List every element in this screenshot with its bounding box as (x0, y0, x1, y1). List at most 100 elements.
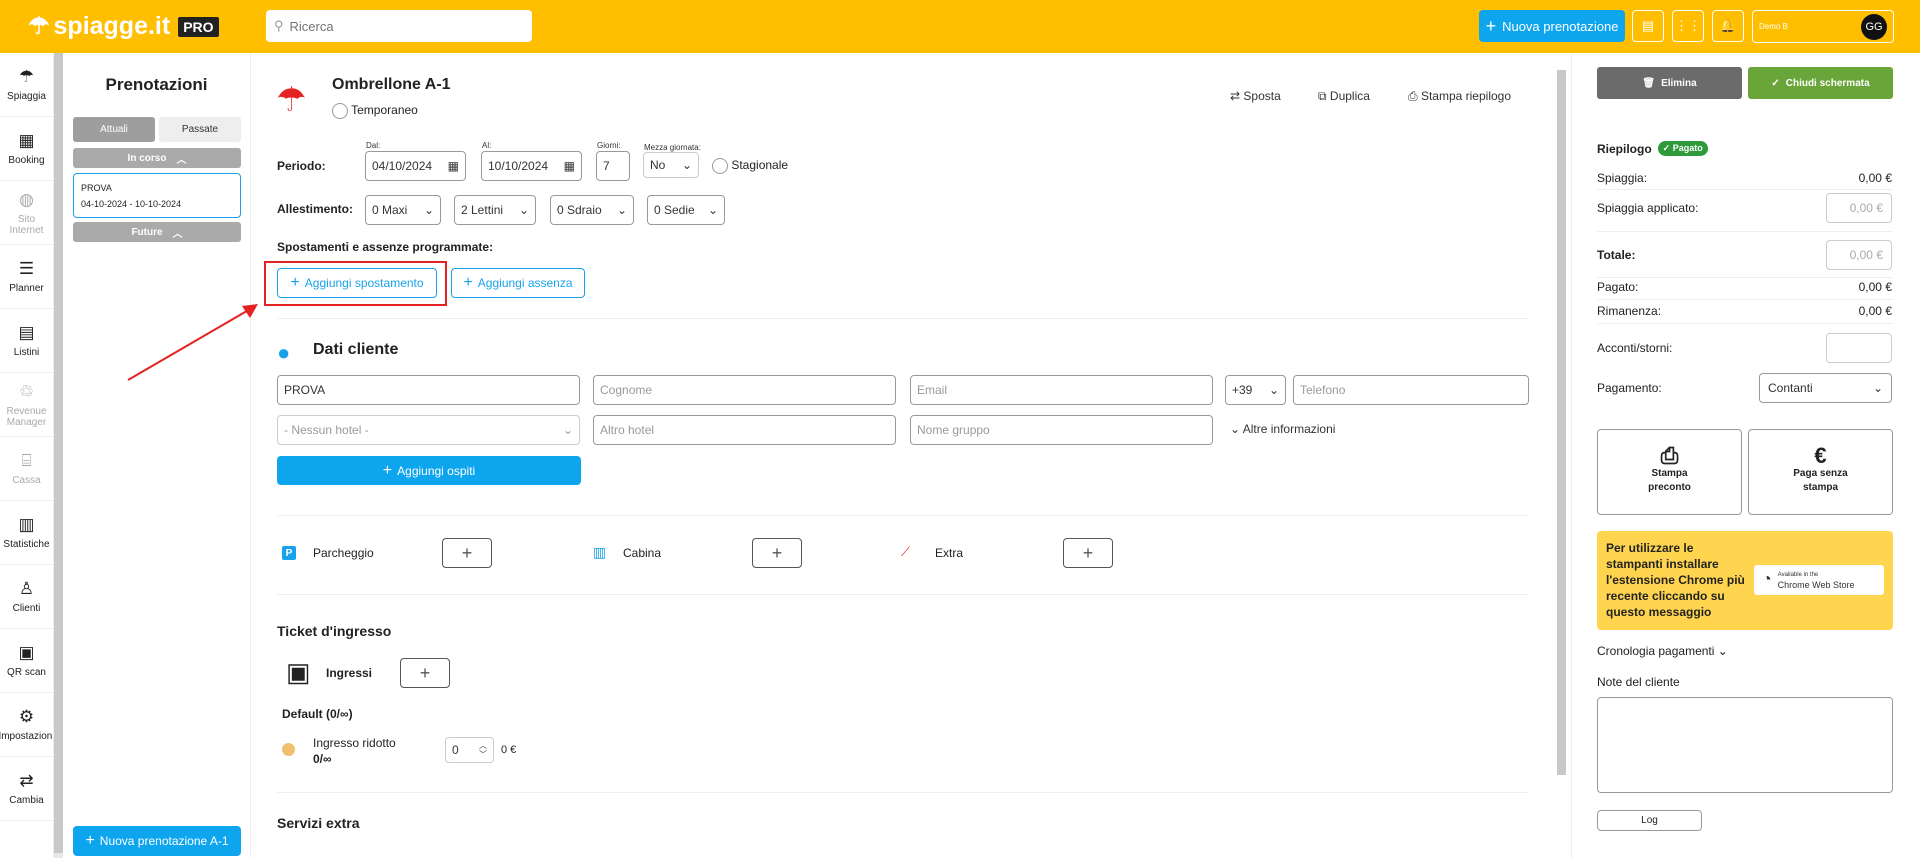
calendar-icon[interactable]: ▦ (448, 159, 459, 173)
email-field[interactable]: Email (910, 375, 1213, 405)
plus-icon: + (1485, 15, 1497, 36)
printer-icon: ⎙ (1408, 89, 1418, 103)
close-screen-button[interactable]: ✓ Chiudi schermata (1748, 67, 1893, 99)
apps-icon[interactable]: ⋮⋮ (1672, 10, 1704, 42)
to-date-field[interactable]: 10/10/2024 ▦ (481, 151, 582, 181)
hotel-select[interactable]: - Nessun hotel - ⌄ (277, 415, 580, 445)
payment-select[interactable]: Contanti ⌄ (1759, 373, 1892, 403)
calendar-icon[interactable]: ▦ (564, 159, 575, 173)
tab-past[interactable]: Passate (159, 117, 241, 142)
lettini-select[interactable]: 2 Lettini ⌄ (454, 195, 536, 225)
beach-applied-input[interactable]: 0,00 € (1826, 193, 1892, 223)
umbrella-icon: ☂ (18, 67, 35, 86)
user-icon: ● (277, 340, 291, 365)
group-current[interactable]: In corso ︿ (73, 148, 241, 168)
search-input[interactable] (289, 18, 510, 34)
new-booking-button[interactable]: + Nuova prenotazione (1479, 10, 1625, 42)
main-scrollbar[interactable] (1557, 70, 1566, 775)
log-button[interactable]: Log (1597, 810, 1702, 831)
checkbox[interactable] (712, 158, 728, 174)
print-summary-button[interactable]: ⎙ Stampa riepilogo (1408, 89, 1511, 104)
delete-button[interactable]: 🗑 Elimina (1597, 67, 1742, 99)
nav-planner[interactable]: ☰ Planner (0, 245, 53, 309)
more-info-toggle[interactable]: ⌄ Altre informazioni (1230, 422, 1335, 436)
add-parking-button[interactable]: + (442, 538, 492, 568)
group-name-field[interactable]: Nome gruppo (910, 415, 1213, 445)
sedie-select[interactable]: 0 Sedie ⌄ (647, 195, 725, 225)
reduced-qty-stepper[interactable]: 0 ︿ ﹀ (445, 737, 494, 763)
pay-no-print-button[interactable]: € Paga senza stampa (1748, 429, 1893, 515)
move-button[interactable]: ⇄ Sposta (1230, 89, 1281, 103)
chrome-web-store-badge[interactable]: ◔ Available in the Chrome Web Store (1754, 565, 1884, 595)
side-nav: ☂ Spiaggia ▦ Booking ◍ Sito Internet ☰ Plann… (0, 53, 54, 858)
half-day-select[interactable]: No ⌄ (643, 152, 699, 178)
stepper-arrows-icon[interactable]: ︿ ﹀ (479, 741, 487, 759)
days-label: Giorni: (597, 141, 621, 150)
checkbox[interactable] (332, 103, 348, 119)
nav-sito-internet[interactable]: ◍ Sito Internet (0, 181, 53, 245)
chat-icon[interactable]: ▤ (1632, 10, 1664, 42)
other-hotel-field[interactable]: Altro hotel (593, 415, 896, 445)
search-box[interactable]: ⚲ (266, 10, 532, 42)
booking-card-dates: 04-10-2024 - 10-10-2024 (81, 199, 182, 209)
sdraio-select[interactable]: 0 Sdraio ⌄ (550, 195, 634, 225)
paid-badge: ✓ Pagato (1657, 141, 1708, 156)
add-guests-button[interactable]: + Aggiungi ospiti (277, 456, 581, 485)
euro-icon: € (1814, 443, 1827, 468)
user-menu[interactable]: Demo B GG (1752, 10, 1894, 43)
user-name: Demo B (1759, 22, 1788, 31)
copy-icon: ⧉ (1318, 89, 1327, 103)
name-field[interactable]: PROVA (277, 375, 580, 405)
tab-current[interactable]: Attuali (73, 117, 155, 142)
planner-icon: ☰ (18, 259, 35, 278)
nav-spiaggia[interactable]: ☂ Spiaggia (0, 53, 53, 117)
surname-field[interactable]: Cognome (593, 375, 896, 405)
reduced-count: 0/∞ (313, 752, 332, 766)
booking-card[interactable]: PROVA 04-10-2024 - 10-10-2024 (73, 173, 241, 218)
nav-listini[interactable]: ▤ Listini (0, 309, 53, 373)
days-field[interactable]: 7 (596, 151, 630, 181)
phone-prefix-select[interactable]: +39 ⌄ (1225, 375, 1286, 405)
nav-statistiche[interactable]: ▥ Statistiche (0, 501, 53, 565)
total-input[interactable]: 0,00 € (1826, 240, 1892, 270)
customer-title: Dati cliente (313, 341, 399, 358)
nav-cassa[interactable]: ⌸ Cassa (0, 437, 53, 501)
group-future[interactable]: Future ︿ (73, 222, 241, 242)
nav-booking[interactable]: ▦ Booking (0, 117, 53, 181)
chevron-down-icon: ⌄ (518, 203, 529, 217)
parking-label: Parcheggio (313, 546, 374, 560)
add-absence-button[interactable]: + Aggiungi assenza (451, 268, 585, 298)
duplicate-button[interactable]: ⧉ Duplica (1318, 89, 1370, 104)
printer-extension-note[interactable]: Per utilizzare le stampanti installare l… (1597, 531, 1893, 630)
customer-notes-label: Note del cliente (1597, 675, 1680, 689)
phone-field[interactable]: Telefono (1293, 375, 1529, 405)
logo[interactable]: ☂ spiagge.it PRO (28, 12, 219, 41)
parking-icon: P (282, 546, 296, 560)
nav-scrollbar[interactable] (54, 53, 63, 858)
print-preaccount-button[interactable]: ⎙ Stampa preconto (1597, 429, 1742, 515)
nav-revenue-manager[interactable]: ♲ Revenue Manager (0, 373, 53, 437)
nav-cambia[interactable]: ⇄ Cambia (0, 757, 53, 821)
maxi-select[interactable]: 0 Maxi ⌄ (365, 195, 441, 225)
chart-icon: ▥ (18, 515, 35, 534)
divider (1597, 299, 1892, 300)
temporary-checkbox[interactable]: Temporaneo (332, 103, 418, 119)
calendar-icon: ▦ (18, 131, 35, 150)
add-entries-button[interactable]: + (400, 658, 450, 688)
seasonal-checkbox[interactable]: Stagionale (712, 158, 788, 174)
new-booking-a1-button[interactable]: + Nuova prenotazione A-1 (73, 826, 241, 856)
customer-notes-textarea[interactable] (1597, 697, 1893, 793)
register-icon: ⌸ (21, 451, 32, 470)
top-bar: ☂ spiagge.it PRO ⚲ + Nuova prenotazione … (0, 0, 1920, 53)
nav-clienti[interactable]: ♙ Clienti (0, 565, 53, 629)
deposits-input[interactable] (1826, 333, 1892, 363)
nav-qr-scan[interactable]: ▣ QR scan (0, 629, 53, 693)
chevron-down-icon: ⌄ (707, 203, 718, 217)
add-cabin-button[interactable]: + (752, 538, 802, 568)
add-extra-button[interactable]: + (1063, 538, 1113, 568)
from-date-field[interactable]: 04/10/2024 ▦ (365, 151, 466, 181)
cabin-label: Cabina (623, 546, 662, 560)
nav-impostazioni[interactable]: ⚙ Impostazioni (0, 693, 53, 757)
payment-history-toggle[interactable]: Cronologia pagamenti ⌄ (1597, 644, 1728, 658)
bell-icon[interactable]: 🔔 (1712, 10, 1744, 42)
